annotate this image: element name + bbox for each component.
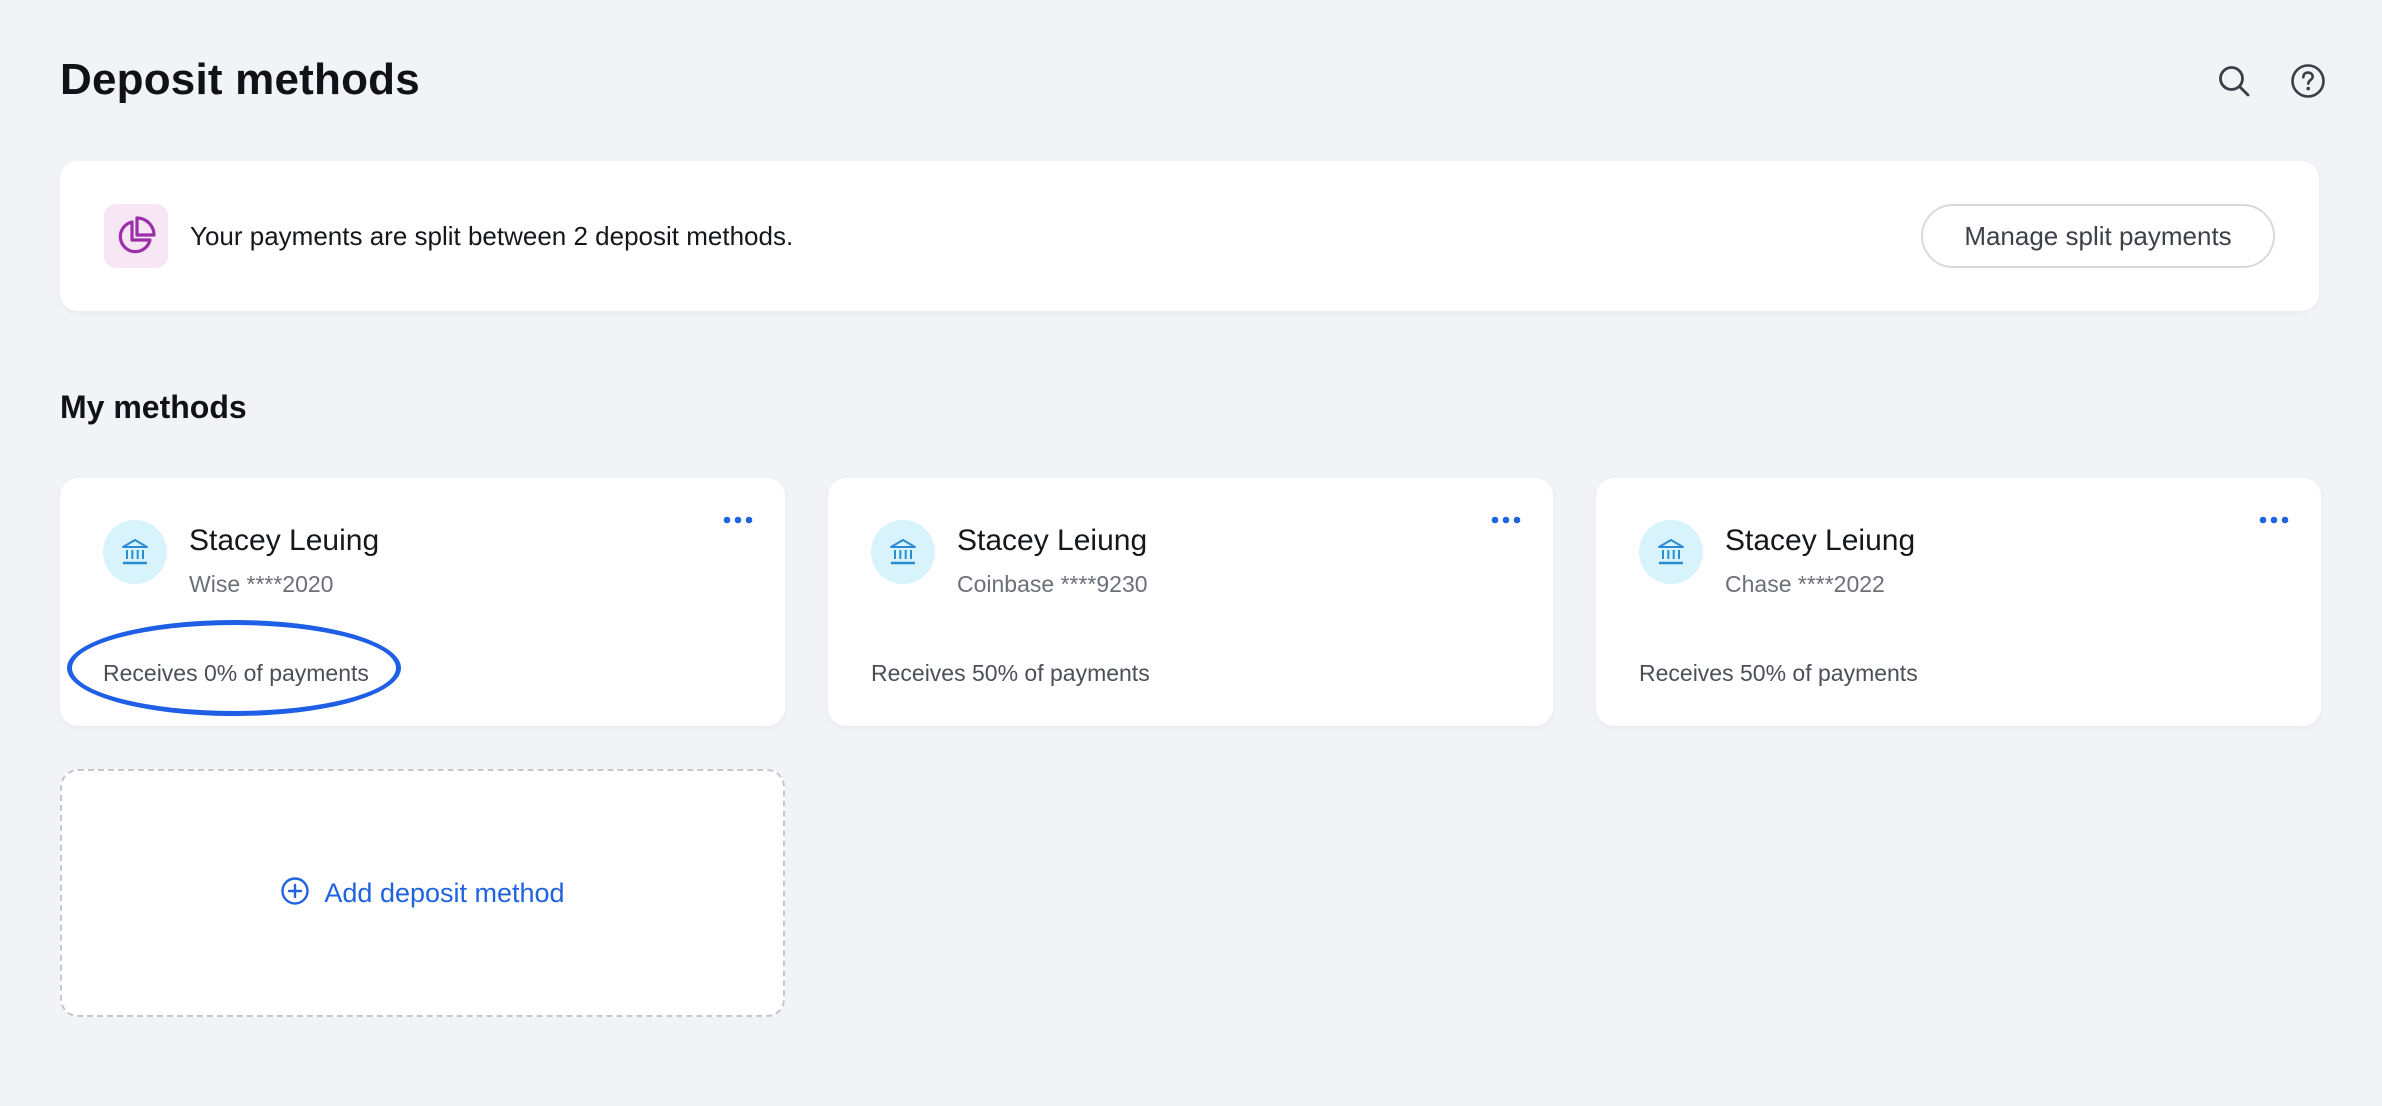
more-options-icon[interactable] [2255, 508, 2293, 532]
account-holder-name: Stacey Leiung [1725, 524, 1916, 557]
payment-share: Receives 50% of payments [871, 660, 1150, 686]
account-details: Coinbase ****9230 [957, 571, 1148, 597]
page-title: Deposit methods [60, 55, 420, 104]
bank-icon [871, 520, 935, 584]
account-holder-name: Stacey Leiung [957, 524, 1148, 557]
payment-share: Receives 50% of payments [1639, 660, 1918, 686]
bank-icon [103, 520, 167, 584]
plus-circle-icon [280, 876, 310, 911]
pie-chart-icon [104, 204, 168, 268]
account-holder-name: Stacey Leuing [189, 524, 380, 557]
more-options-icon[interactable] [1487, 508, 1525, 532]
account-details: Chase ****2022 [1725, 571, 1885, 597]
account-details: Wise ****2020 [189, 571, 334, 597]
add-deposit-method-label: Add deposit method [324, 878, 565, 908]
my-methods-heading: My methods [60, 389, 247, 425]
split-payments-banner: Your payments are split between 2 deposi… [60, 161, 2319, 311]
deposit-method-card[interactable]: Stacey Leiung Coinbase ****9230 Receives… [828, 478, 1553, 726]
split-payments-message: Your payments are split between 2 deposi… [190, 221, 794, 251]
more-options-icon[interactable] [719, 508, 757, 532]
deposit-method-card[interactable]: Stacey Leuing Wise ****2020 Receives 0% … [60, 478, 785, 726]
deposit-method-card[interactable]: Stacey Leiung Chase ****2022 Receives 50… [1596, 478, 2321, 726]
add-deposit-method-button[interactable]: Add deposit method [60, 769, 785, 1017]
header-actions [2214, 58, 2328, 104]
manage-split-payments-button[interactable]: Manage split payments [1921, 204, 2275, 268]
bank-icon [1639, 520, 1703, 584]
payment-share: Receives 0% of payments [103, 660, 369, 686]
search-icon[interactable] [2214, 58, 2254, 104]
help-circle-icon[interactable] [2288, 58, 2328, 104]
